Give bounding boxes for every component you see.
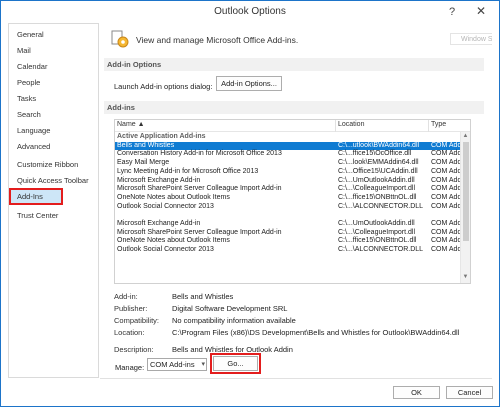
main-panel: View and manage Microsoft Office Add-ins… xyxy=(100,23,492,378)
cell-name: Microsoft SharePoint Server Colleague Im… xyxy=(117,228,282,236)
table-row[interactable]: Easy Mail Merge C:\...look\EMMAddin64.dll… xyxy=(115,159,469,168)
table-row[interactable]: OneNote Notes about Outlook Items C:\...f… xyxy=(115,193,469,203)
cell-name: Easy Mail Merge xyxy=(117,159,170,167)
detail-location-value: C:\Program Files (x86)\DS Development\Be… xyxy=(172,328,460,337)
addin-options-section-header: Add-in Options xyxy=(104,58,484,71)
column-divider xyxy=(428,120,429,132)
column-header-name[interactable]: Name ▲ xyxy=(117,121,145,128)
table-row[interactable]: OneNote Notes about Outlook Items C:\...f… xyxy=(115,237,469,246)
cell-name: Microsoft Exchange Add-in xyxy=(117,176,201,184)
column-divider xyxy=(335,120,336,132)
table-row[interactable]: Outlook Social Connector 2013 C:\...\ALCO… xyxy=(115,246,469,255)
cell-location: C:\...ffice15\ONBttnOL.dll xyxy=(338,193,417,201)
scroll-down-icon[interactable]: ▼ xyxy=(461,273,470,282)
cell-location: C:\...\ColleagueImport.dll xyxy=(338,185,416,193)
table-row[interactable]: Conversation History Add-in for Microsof… xyxy=(115,150,469,159)
header-description: View and manage Microsoft Office Add-ins… xyxy=(136,35,299,45)
help-button[interactable]: ? xyxy=(445,5,459,19)
sidebar-item-search[interactable]: Search xyxy=(10,107,97,122)
cell-location: C:\...\ALCONNECTOR.DLL xyxy=(338,246,424,254)
launch-addin-options-label: Launch Add-in options dialog: xyxy=(114,82,213,91)
scroll-thumb[interactable] xyxy=(463,142,469,241)
cell-name: Lync Meeting Add-in for Microsoft Office… xyxy=(117,167,259,175)
cell-location: C:\...Office15\UCAddin.dll xyxy=(338,167,418,175)
cell-location: C:\...UmOutlookAddin.dll xyxy=(338,176,415,184)
cell-name: Conversation History Add-in for Microsof… xyxy=(117,150,282,158)
sidebar-item-trust-center[interactable]: Trust Center xyxy=(10,208,97,223)
cell-location: C:\...look\EMMAddin64.dll xyxy=(338,159,419,167)
addin-options-button[interactable]: Add-in Options... xyxy=(216,76,282,91)
sidebar-item-advanced[interactable]: Advanced xyxy=(10,139,97,154)
addins-table: Name ▲ Location Type Active Application … xyxy=(114,119,471,284)
table-row[interactable]: Microsoft Exchange Add-in C:\...UmOutlook… xyxy=(115,176,469,186)
title-bar: Outlook Options ? ✕ xyxy=(1,1,499,23)
sidebar-item-quick-access-toolbar[interactable]: Quick Access Toolbar xyxy=(10,173,97,188)
cancel-button[interactable]: Cancel xyxy=(446,386,493,399)
chevron-down-icon: ▾ xyxy=(201,361,205,368)
close-button[interactable]: ✕ xyxy=(465,2,497,21)
table-header: Name ▲ Location Type xyxy=(115,120,470,132)
table-row[interactable]: Lync Meeting Add-in for Microsoft Office… xyxy=(115,167,469,177)
vertical-scrollbar[interactable]: ▲ ▼ xyxy=(460,132,470,283)
detail-addin-label: Add-in: xyxy=(114,292,138,301)
cell-location: C:\...utlook\BWAddin64.dll xyxy=(338,141,420,149)
sidebar-item-language[interactable]: Language xyxy=(10,123,97,138)
cell-name: Microsoft Exchange Add-in xyxy=(117,220,201,227)
ok-button[interactable]: OK xyxy=(393,386,440,399)
sidebar-item-calendar[interactable]: Calendar xyxy=(10,59,97,74)
column-header-location[interactable]: Location xyxy=(338,121,364,128)
detail-description-label: Description: xyxy=(114,345,154,354)
detail-publisher-value: Digital Software Development SRL xyxy=(172,304,288,313)
footer-divider xyxy=(100,378,492,379)
cell-name: OneNote Notes about Outlook Items xyxy=(117,193,230,201)
cell-name: Outlook Social Connector 2013 xyxy=(117,246,214,254)
outlook-options-window: Outlook Options ? ✕ General Mail Calenda… xyxy=(0,0,500,407)
addins-section-header: Add-ins xyxy=(104,101,484,114)
detail-compatibility-label: Compatibility: xyxy=(114,316,160,325)
table-row[interactable]: Microsoft SharePoint Server Colleague Im… xyxy=(115,228,469,238)
cell-location: C:\...ffice15\ONBttnOL.dll xyxy=(338,237,417,245)
sidebar: General Mail Calendar People Tasks Searc… xyxy=(8,23,99,378)
cell-name: Bells and Whistles xyxy=(117,141,175,149)
manage-select[interactable]: COM Add-ins ▾ xyxy=(147,358,207,371)
manage-label: Manage: xyxy=(115,363,145,372)
cell-location: C:\...\ALCONNECTOR.DLL xyxy=(338,202,424,210)
scroll-up-icon[interactable]: ▲ xyxy=(461,132,470,141)
table-row[interactable]: Bells and Whistles C:\...utlook\BWAddin64… xyxy=(115,141,469,151)
detail-publisher-label: Publisher: xyxy=(114,304,148,313)
addin-gear-icon xyxy=(111,30,129,48)
cell-name: Outlook Social Connector 2013 xyxy=(117,202,214,210)
column-header-type[interactable]: Type xyxy=(431,121,446,128)
cell-location: C:\...ffice15\OcOffice.dll xyxy=(338,150,412,158)
group-label: Active Application Add-ins xyxy=(117,133,206,140)
cell-location: C:\...UmOutlookAddin.dll xyxy=(338,220,415,227)
go-button[interactable]: Go... xyxy=(210,353,261,374)
cell-name: OneNote Notes about Outlook Items xyxy=(117,237,230,245)
sidebar-item-customize-ribbon[interactable]: Customize Ribbon xyxy=(10,157,97,172)
sidebar-item-people[interactable]: People xyxy=(10,75,97,90)
cell-location: C:\...\ColleagueImport.dll xyxy=(338,228,416,236)
table-row[interactable]: Microsoft SharePoint Server Colleague Im… xyxy=(115,185,469,194)
detail-description-value: Bells and Whistles for Outlook Addin xyxy=(172,345,293,354)
table-group-header: Active Application Add-ins xyxy=(115,133,468,142)
detail-compatibility-value: No compatibility information available xyxy=(172,316,296,325)
detail-location-label: Location: xyxy=(114,328,145,337)
sidebar-item-add-ins[interactable]: Add-Ins xyxy=(9,188,63,205)
sidebar-item-mail[interactable]: Mail xyxy=(10,43,97,58)
cell-name: Microsoft SharePoint Server Colleague Im… xyxy=(117,185,282,193)
manage-select-value: COM Add-ins xyxy=(150,360,195,369)
sidebar-item-tasks[interactable]: Tasks xyxy=(10,91,97,106)
table-row[interactable] xyxy=(115,211,468,220)
table-row[interactable]: Microsoft Exchange Add-in C:\...UmOutlook… xyxy=(115,220,469,229)
detail-addin-value: Bells and Whistles xyxy=(172,292,234,301)
window-snip-watermark: Window Snip xyxy=(450,33,492,45)
window-title: Outlook Options xyxy=(214,6,286,17)
sidebar-item-general[interactable]: General xyxy=(10,27,97,42)
table-row[interactable]: Outlook Social Connector 2013 C:\...\ALCO… xyxy=(115,202,469,212)
